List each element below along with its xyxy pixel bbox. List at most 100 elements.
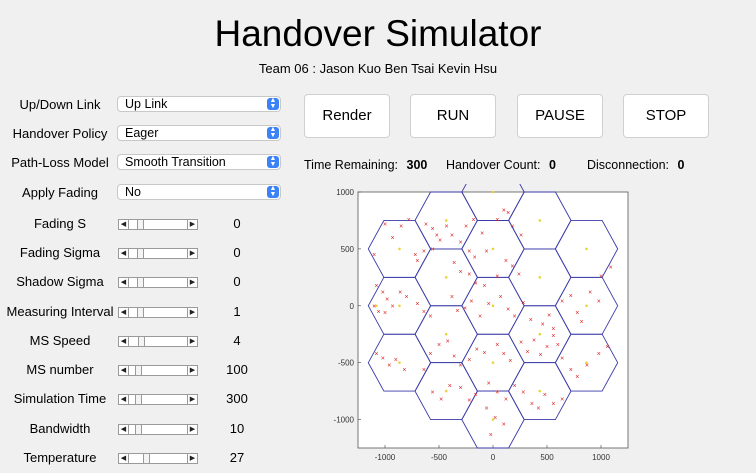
- cell-layout-plot: ×××××××××××××××××××××× ××××××× ×× ×××××××××…: [334, 184, 629, 462]
- render-button[interactable]: Render: [304, 94, 390, 138]
- fading-sigma-slider-thumb[interactable]: [137, 249, 144, 258]
- ms-marker: ×: [517, 271, 521, 278]
- ms-speed-slider[interactable]: ◀ ▶: [118, 336, 198, 347]
- y-tick-label: 500: [341, 245, 355, 254]
- ms-marker: ×: [474, 281, 478, 288]
- ms-number-slider[interactable]: ◀ ▶: [118, 365, 198, 376]
- left-arrow-icon[interactable]: ◀: [119, 249, 129, 258]
- ms-marker: ×: [424, 221, 428, 228]
- simulation-time-slider[interactable]: ◀ ▶: [118, 394, 198, 405]
- ms-marker: ×: [399, 224, 403, 231]
- ms-marker: ×: [599, 274, 603, 281]
- fading-s-slider[interactable]: ◀ ▶: [118, 219, 198, 230]
- ms-marker: ×: [510, 224, 514, 231]
- ms-marker: ×: [609, 265, 613, 272]
- fading-s-slider-thumb[interactable]: [137, 220, 144, 229]
- left-arrow-icon[interactable]: ◀: [119, 278, 129, 287]
- simulation-time-slider-thumb[interactable]: [135, 395, 142, 404]
- ms-marker: ×: [463, 306, 467, 313]
- measuring-interval-slider-thumb[interactable]: [137, 308, 144, 317]
- ms-marker: ×: [385, 296, 389, 303]
- ms-marker: ×: [438, 237, 442, 244]
- right-arrow-icon[interactable]: ▶: [187, 278, 197, 287]
- chevron-updown-icon: ▲ ▼: [267, 155, 279, 168]
- base-station-marker: [398, 361, 401, 364]
- bandwidth-slider-thumb[interactable]: [135, 425, 142, 434]
- ms-marker: ×: [519, 233, 523, 240]
- updown-link-select[interactable]: Up Link ▲ ▼: [117, 96, 281, 112]
- temperature-label: Temperature: [23, 450, 97, 465]
- ms-marker: ×: [394, 357, 398, 364]
- measuring-interval-slider[interactable]: ◀ ▶: [118, 307, 198, 318]
- left-arrow-icon[interactable]: ◀: [119, 454, 129, 463]
- ms-marker: ×: [588, 290, 592, 297]
- temperature-slider-thumb[interactable]: [143, 454, 150, 463]
- right-arrow-icon[interactable]: ▶: [187, 395, 197, 404]
- apply-fading-select[interactable]: No ▲ ▼: [117, 184, 281, 200]
- right-arrow-icon[interactable]: ▶: [187, 366, 197, 375]
- ms-marker: ×: [464, 224, 468, 231]
- right-arrow-icon[interactable]: ▶: [187, 308, 197, 317]
- left-arrow-icon[interactable]: ◀: [119, 366, 129, 375]
- ms-marker: ×: [467, 249, 471, 256]
- right-arrow-icon[interactable]: ▶: [187, 337, 197, 346]
- x-tick-label: 1000: [592, 453, 610, 462]
- left-arrow-icon[interactable]: ◀: [119, 395, 129, 404]
- left-arrow-icon[interactable]: ◀: [119, 425, 129, 434]
- ms-marker: ×: [482, 350, 486, 357]
- time-remaining-label: Time Remaining:: [304, 158, 399, 172]
- ms-marker: ×: [374, 283, 378, 290]
- ms-marker: ×: [374, 351, 378, 358]
- ms-marker: ×: [597, 351, 601, 358]
- bandwidth-slider[interactable]: ◀ ▶: [118, 424, 198, 435]
- ms-marker: ×: [495, 390, 499, 397]
- ms-marker: ×: [459, 240, 463, 247]
- ms-marker: ×: [495, 217, 499, 224]
- shadow-sigma-slider[interactable]: ◀ ▶: [118, 277, 198, 288]
- path-loss-model-select[interactable]: Smooth Transition ▲ ▼: [117, 154, 281, 170]
- ms-marker: ×: [530, 401, 534, 408]
- time-remaining: Time Remaining: 300: [304, 157, 427, 173]
- base-station-marker: [398, 247, 401, 251]
- ms-marker: ×: [455, 308, 459, 315]
- fading-s-value: 0: [233, 216, 241, 231]
- shadow-sigma-label: Shadow Sigma: [16, 274, 104, 289]
- fading-sigma-value: 0: [233, 245, 241, 260]
- handover-policy-select[interactable]: Eager ▲ ▼: [117, 125, 281, 141]
- ms-speed-slider-thumb[interactable]: [138, 337, 145, 346]
- ms-marker: ×: [499, 294, 503, 301]
- right-arrow-icon[interactable]: ▶: [187, 249, 197, 258]
- ms-marker: ×: [407, 217, 411, 224]
- run-button[interactable]: RUN: [410, 94, 496, 138]
- left-arrow-icon[interactable]: ◀: [119, 308, 129, 317]
- base-station-marker: [444, 276, 448, 279]
- temperature-slider[interactable]: ◀ ▶: [118, 453, 198, 464]
- ms-marker: ×: [475, 347, 479, 354]
- shadow-sigma-slider-thumb[interactable]: [137, 278, 144, 287]
- ms-marker: ×: [469, 299, 473, 306]
- ms-marker: ×: [398, 290, 402, 297]
- stop-button[interactable]: STOP: [623, 94, 709, 138]
- right-arrow-icon[interactable]: ▶: [187, 220, 197, 229]
- base-station-marker: [538, 389, 542, 393]
- ms-marker: ×: [510, 263, 514, 270]
- base-station-marker: [491, 361, 495, 364]
- fading-sigma-slider[interactable]: ◀ ▶: [118, 248, 198, 259]
- ms-marker: ×: [575, 310, 579, 317]
- base-station-marker: [585, 361, 588, 364]
- y-tick-label: 0: [350, 302, 355, 311]
- ms-number-slider-thumb[interactable]: [135, 366, 142, 375]
- pause-button[interactable]: PAUSE: [517, 94, 603, 138]
- ms-marker: ×: [391, 235, 395, 242]
- y-tick-label: -500: [338, 359, 355, 368]
- updown-link-label: Up/Down Link: [19, 97, 101, 112]
- ms-marker: ×: [545, 344, 549, 351]
- ms-marker: ×: [430, 390, 434, 397]
- left-arrow-icon[interactable]: ◀: [119, 220, 129, 229]
- right-arrow-icon[interactable]: ▶: [187, 425, 197, 434]
- ms-marker: ×: [467, 271, 471, 278]
- ms-marker: ×: [504, 258, 508, 265]
- right-arrow-icon[interactable]: ▶: [187, 454, 197, 463]
- left-arrow-icon[interactable]: ◀: [119, 337, 129, 346]
- ms-marker: ×: [473, 254, 477, 261]
